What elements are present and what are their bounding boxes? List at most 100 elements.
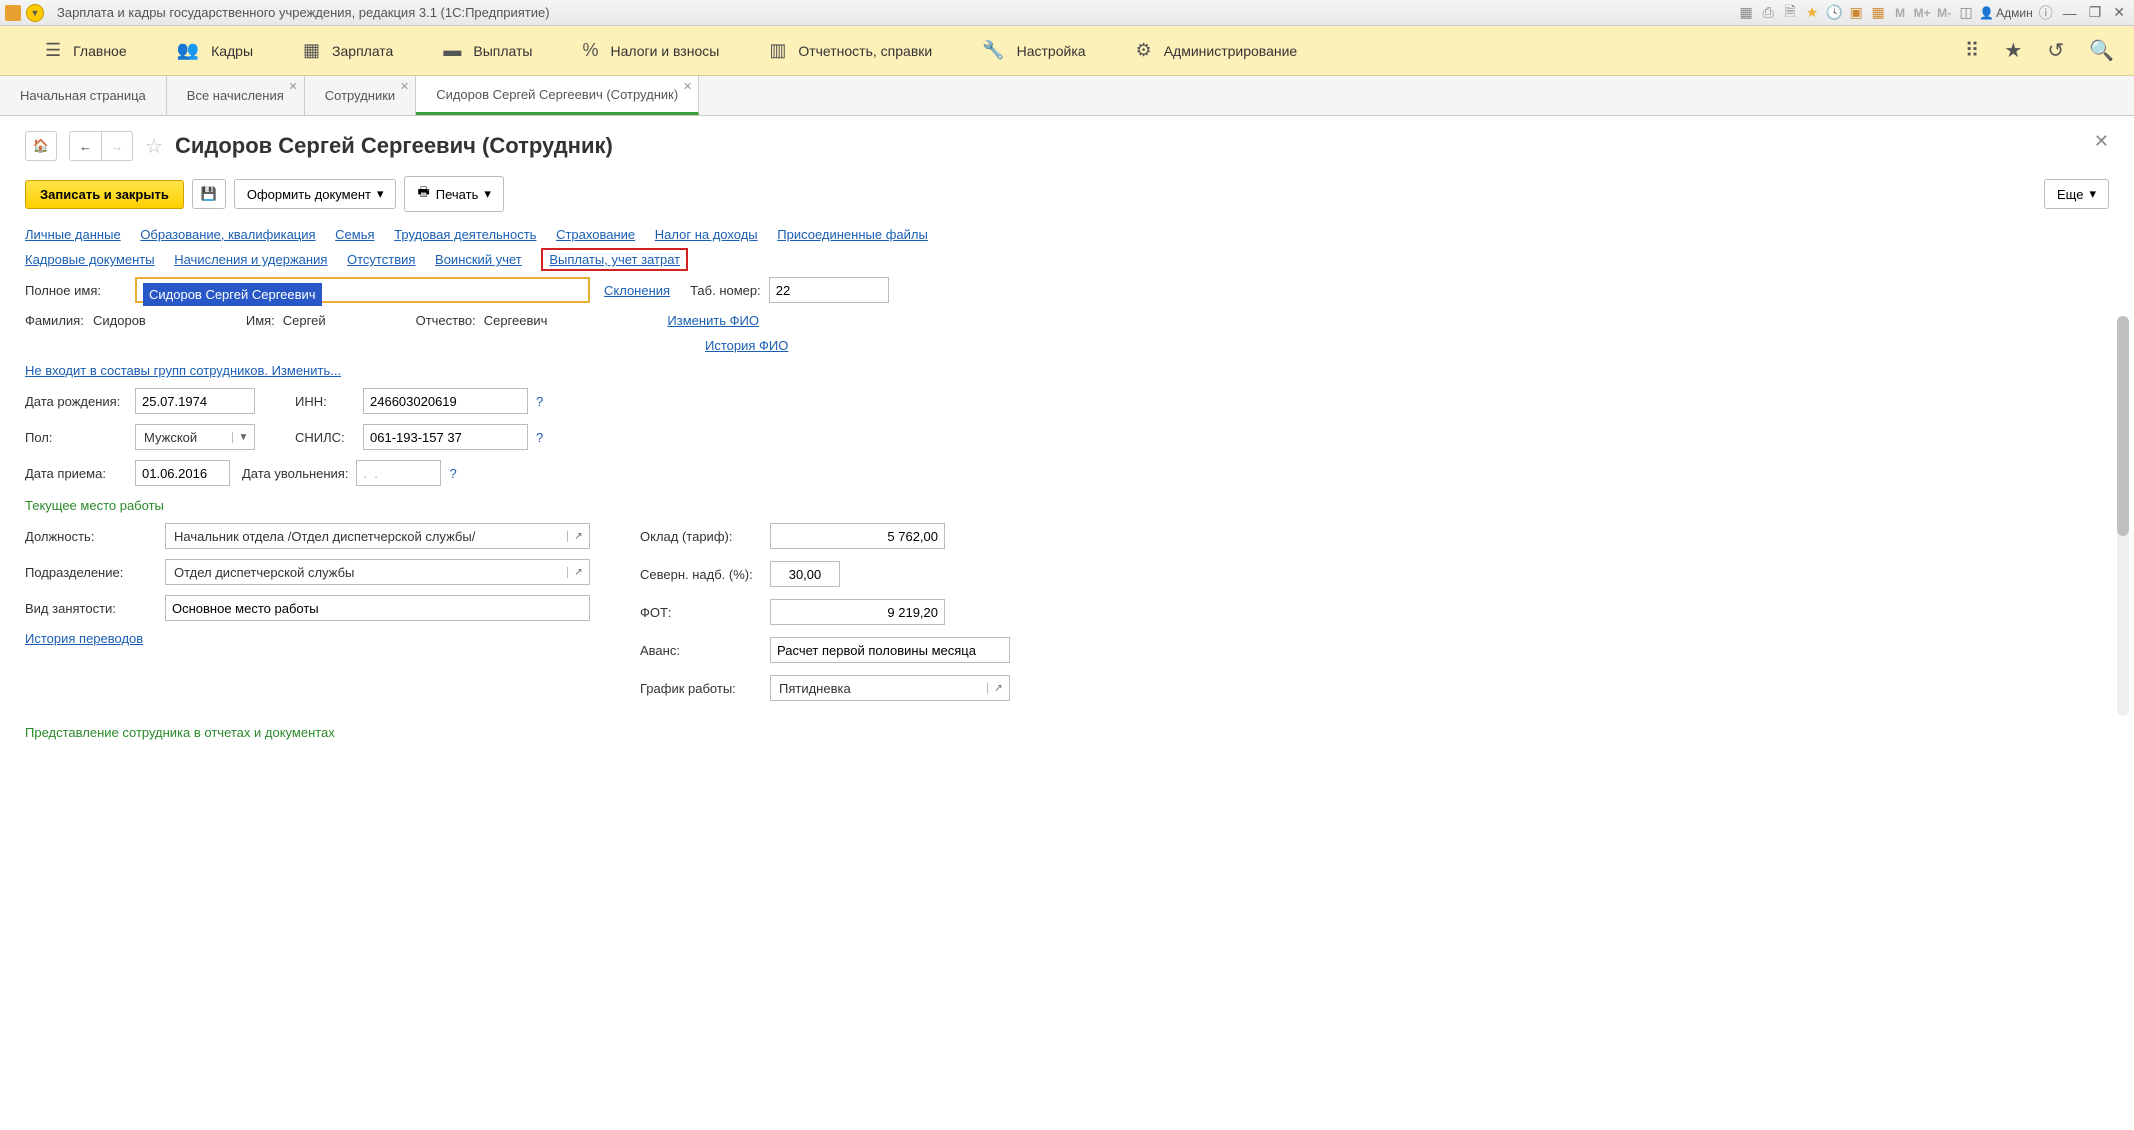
favorite-icon[interactable]: ★ [1803,4,1821,22]
link-education[interactable]: Образование, квалификация [140,227,315,242]
link-transfers[interactable]: История переводов [25,631,143,646]
scrollbar-vertical[interactable] [2117,316,2129,716]
page-title: Сидоров Сергей Сергеевич (Сотрудник) [175,133,613,159]
salary-input[interactable] [770,523,945,549]
link-attached-files[interactable]: Присоединенные файлы [777,227,928,242]
menu-admin[interactable]: ⚙ Администрирование [1111,40,1323,61]
calendar-icon[interactable]: ▦ [1869,4,1887,22]
link-family[interactable]: Семья [335,227,374,242]
minimize-button[interactable]: — [2059,5,2081,21]
percent-icon: % [582,40,598,61]
titlebar-dropdown[interactable]: ▼ [26,4,44,22]
home-button[interactable]: 🏠 [25,131,57,161]
m-minus-icon[interactable]: M- [1935,4,1953,22]
link-personal[interactable]: Личные данные [25,227,121,242]
tabnum-input[interactable] [769,277,889,303]
apps-icon[interactable]: ⠿ [1965,38,1980,63]
mainmenu-right: ⠿ ★ ↺ 🔍 [1965,38,2114,63]
calculator-icon[interactable]: ▣ [1847,4,1865,22]
surname-value: Сидоров [93,313,146,328]
north-input[interactable] [770,561,840,587]
salary-row: Оклад (тариф): [640,523,2109,549]
info-icon[interactable]: ⓘ [2037,4,2055,22]
favorite-page-icon[interactable]: ☆ [145,134,163,159]
help-icon[interactable]: ? [449,466,456,481]
help-icon[interactable]: ? [536,430,543,445]
create-doc-button[interactable]: Оформить документ ▾ [234,179,397,209]
save-button[interactable]: 💾 [192,179,226,209]
menu-main[interactable]: ☰ Главное [20,40,152,61]
menu-settings[interactable]: 🔧 Настройка [957,40,1110,61]
schedule-input[interactable]: Пятидневка ↗ [770,675,1010,701]
history-icon[interactable]: 🕓 [1825,4,1843,22]
menu-salary[interactable]: ▦ Зарплата [278,40,418,61]
m-icon[interactable]: M [1891,4,1909,22]
panel-icon[interactable]: ◫ [1957,4,1975,22]
north-row: Северн. надб. (%): [640,561,2109,587]
advance-input[interactable] [770,637,1010,663]
tab-employee-card[interactable]: Сидоров Сергей Сергеевич (Сотрудник) ✕ [416,76,699,115]
more-button[interactable]: Еще ▾ [2044,179,2109,209]
link-accruals[interactable]: Начисления и удержания [174,252,327,267]
help-icon[interactable]: ? [536,394,543,409]
inn-input[interactable] [363,388,528,414]
history-nav-icon[interactable]: ↺ [2047,38,2064,63]
gender-label: Пол: [25,430,135,445]
toolbar-icon-1[interactable]: ▦ [1737,4,1755,22]
toolbar-icon-3[interactable]: 🗎 [1781,4,1799,22]
link-work-activity[interactable]: Трудовая деятельность [394,227,536,242]
star-icon[interactable]: ★ [2004,38,2022,63]
link-history-fio[interactable]: История ФИО [705,338,788,353]
fot-input[interactable] [770,599,945,625]
maximize-button[interactable]: ❐ [2085,4,2106,21]
link-insurance[interactable]: Страхование [556,227,635,242]
position-input[interactable]: Начальник отдела /Отдел диспетчерской сл… [165,523,590,549]
tab-employees[interactable]: Сотрудники ✕ [305,76,416,115]
fot-label: ФОТ: [640,605,770,620]
link-income-tax[interactable]: Налог на доходы [655,227,758,242]
forward-button[interactable]: → [101,131,133,161]
employment-input[interactable] [165,595,590,621]
link-payments-costs[interactable]: Выплаты, учет затрат [541,248,688,271]
link-military[interactable]: Воинский учет [435,252,522,267]
gender-select[interactable]: Мужской ▼ [135,424,255,450]
fullname-input[interactable]: Сидоров Сергей Сергеевич [135,277,590,303]
col-right: Оклад (тариф): Северн. надб. (%): ФОТ: А… [640,523,2109,713]
employment-row: Вид занятости: [25,595,610,621]
tabnum-label: Таб. номер: [690,283,761,298]
search-icon[interactable]: 🔍 [2089,38,2114,63]
link-hr-docs[interactable]: Кадровые документы [25,252,155,267]
patronymic-label: Отчество: [416,313,476,328]
inn-label: ИНН: [295,394,355,409]
tab-home[interactable]: Начальная страница [0,76,167,115]
save-close-button[interactable]: Записать и закрыть [25,180,184,209]
link-declensions[interactable]: Склонения [604,283,670,298]
hire-date-input[interactable] [135,460,230,486]
tab-accruals[interactable]: Все начисления ✕ [167,76,305,115]
m-plus-icon[interactable]: M+ [1913,4,1931,22]
toolbar-icon-2[interactable]: ⎙ [1759,4,1777,22]
main-menu: ☰ Главное 👥 Кадры ▦ Зарплата ▬ Выплаты %… [0,26,2134,76]
links-row-1: Личные данные Образование, квалификация … [25,227,2109,242]
link-change-fio[interactable]: Изменить ФИО [667,313,759,328]
patronymic-value: Сергеевич [484,313,548,328]
tab-close-icon[interactable]: ✕ [400,80,409,93]
snils-input[interactable] [363,424,528,450]
menu-taxes[interactable]: % Налоги и взносы [557,40,744,61]
department-input[interactable]: Отдел диспетчерской службы ↗ [165,559,590,585]
print-button[interactable]: 🖶 Печать ▾ [404,176,503,212]
link-absences[interactable]: Отсутствия [347,252,415,267]
user-label[interactable]: 👤 Админ [1979,6,2033,20]
scrollbar-thumb[interactable] [2117,316,2129,536]
menu-reports[interactable]: ▥ Отчетность, справки [744,40,957,61]
birthdate-input[interactable] [135,388,255,414]
menu-hr[interactable]: 👥 Кадры [152,40,278,61]
fire-date-input[interactable] [356,460,441,486]
tab-close-icon[interactable]: ✕ [683,80,692,93]
close-window-button[interactable]: ✕ [2109,4,2129,21]
link-groups[interactable]: Не входит в составы групп сотрудников. И… [25,363,341,378]
back-button[interactable]: ← [69,131,101,161]
menu-payments[interactable]: ▬ Выплаты [418,40,557,61]
tab-close-icon[interactable]: ✕ [289,80,298,93]
close-page-icon[interactable]: ✕ [2094,131,2109,152]
